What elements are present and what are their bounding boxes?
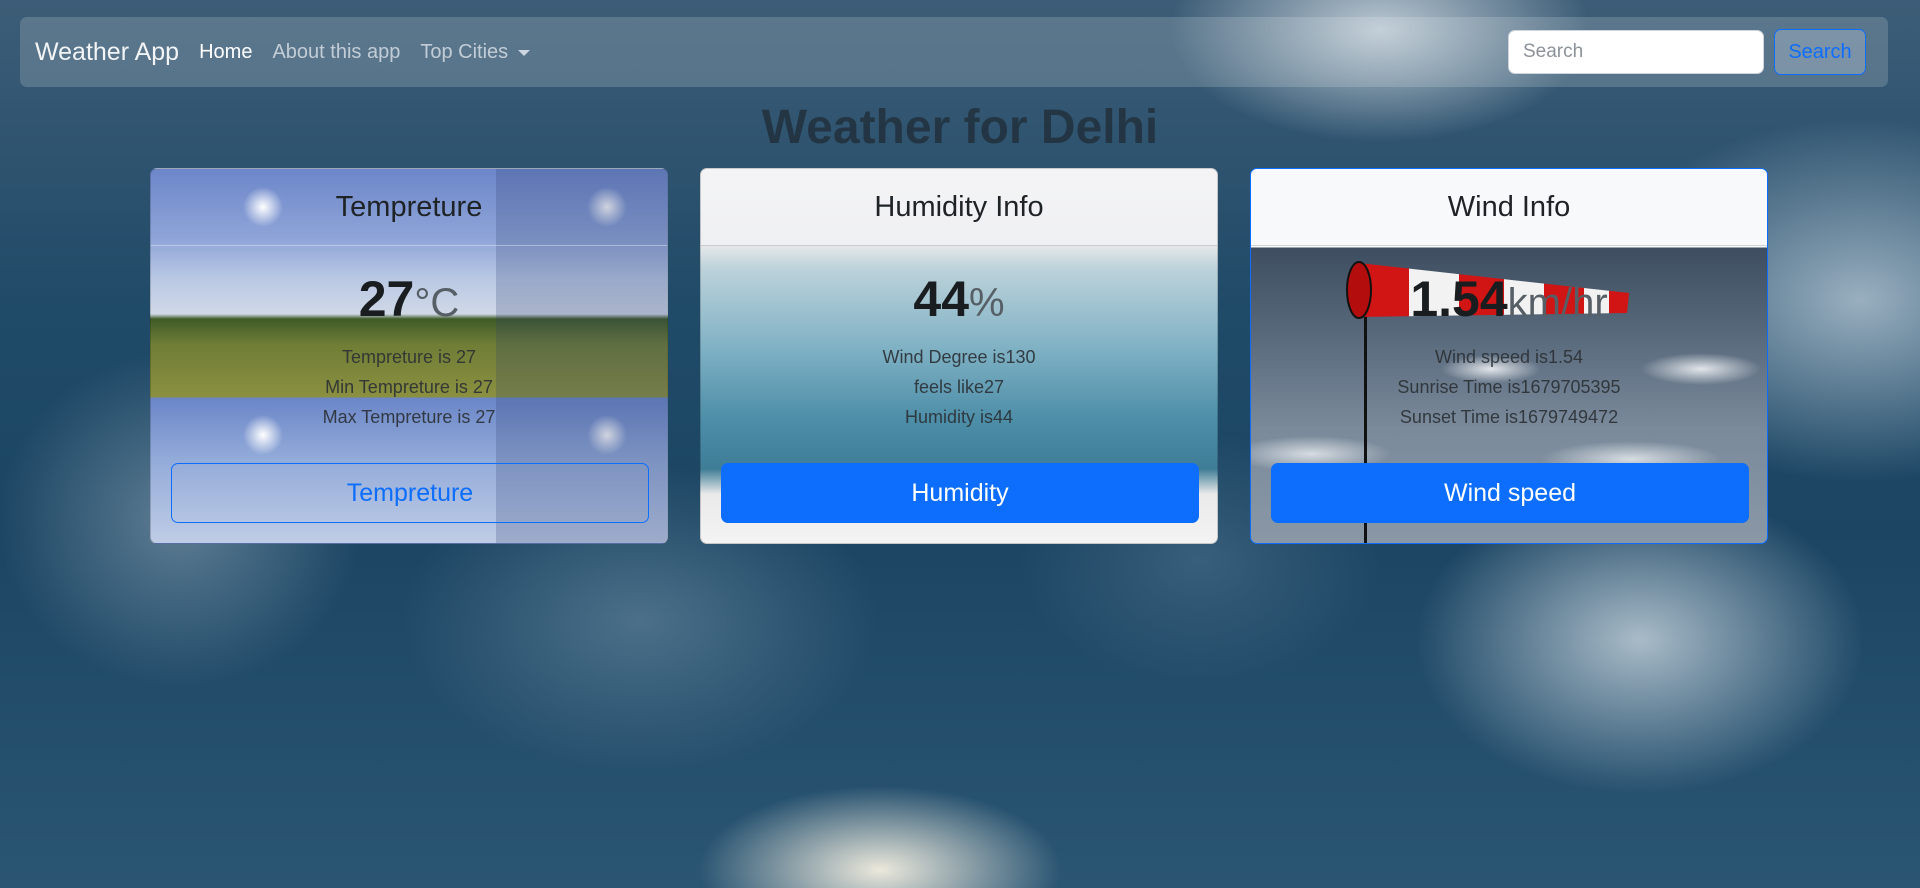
temperature-button[interactable]: Tempreture: [171, 463, 649, 523]
card-header: Tempreture: [151, 169, 667, 246]
humidity-details: Wind Degree is130 feels like27 Humidity …: [701, 342, 1217, 432]
card-body: 1.54km/hr Wind speed is1.54 Sunrise Time…: [1251, 268, 1767, 432]
humidity-number: 44: [913, 271, 970, 327]
card-body: 44% Wind Degree is130 feels like27 Humid…: [701, 268, 1217, 432]
temperature-value: 27°C: [151, 268, 667, 330]
search-button[interactable]: Search: [1774, 29, 1866, 75]
info-line: Wind speed is1.54: [1434, 347, 1584, 367]
temperature-card: Tempreture 27°C Tempreture is 27 Min Tem…: [150, 168, 668, 544]
humidity-button[interactable]: Humidity: [721, 463, 1199, 523]
nav-link-home[interactable]: Home: [199, 41, 252, 64]
nav-link-about[interactable]: About this app: [272, 41, 400, 64]
card-header: Humidity Info: [701, 169, 1217, 246]
wind-unit: km/hr: [1507, 281, 1608, 325]
wind-value: 1.54km/hr: [1251, 268, 1767, 330]
wind-speed-button[interactable]: Wind speed: [1271, 463, 1749, 523]
info-line: Max Tempreture is 27: [322, 407, 496, 427]
info-line: Sunset Time is1679749472: [1399, 407, 1619, 427]
brand-link[interactable]: Weather App: [35, 38, 179, 67]
navbar: Weather App Home About this app Top Citi…: [20, 17, 1888, 87]
wind-number: 1.54: [1410, 271, 1508, 327]
nav-links: Home About this app Top Cities: [199, 41, 550, 64]
card-body: 27°C Tempreture is 27 Min Tempreture is …: [151, 268, 667, 432]
info-line: Sunrise Time is1679705395: [1397, 377, 1621, 397]
humidity-unit: %: [969, 281, 1005, 325]
page-title: Weather for Delhi: [761, 101, 1159, 154]
wind-details: Wind speed is1.54 Sunrise Time is1679705…: [1251, 342, 1767, 432]
temperature-number: 27: [358, 271, 415, 327]
info-line: Wind Degree is130: [882, 347, 1036, 367]
caret-down-icon: [518, 50, 531, 56]
info-line: Tempreture is 27: [341, 347, 477, 367]
temperature-unit: °C: [414, 281, 460, 325]
humidity-value: 44%: [701, 268, 1217, 330]
temperature-details: Tempreture is 27 Min Tempreture is 27 Ma…: [151, 342, 667, 432]
nav-dropdown-label: Top Cities: [420, 40, 509, 63]
search-form: Search: [1508, 29, 1866, 75]
search-input[interactable]: [1508, 30, 1764, 74]
info-line: feels like27: [913, 377, 1005, 397]
wind-card: Wind Info 1.54km/hr Wind speed is1.54 Su…: [1250, 168, 1768, 544]
card-header: Wind Info: [1251, 169, 1767, 246]
humidity-card: Humidity Info 44% Wind Degree is130 feel…: [700, 168, 1218, 544]
info-line: Humidity is44: [904, 407, 1014, 427]
nav-dropdown-top-cities[interactable]: Top Cities: [420, 40, 531, 64]
info-line: Min Tempreture is 27: [325, 377, 493, 397]
